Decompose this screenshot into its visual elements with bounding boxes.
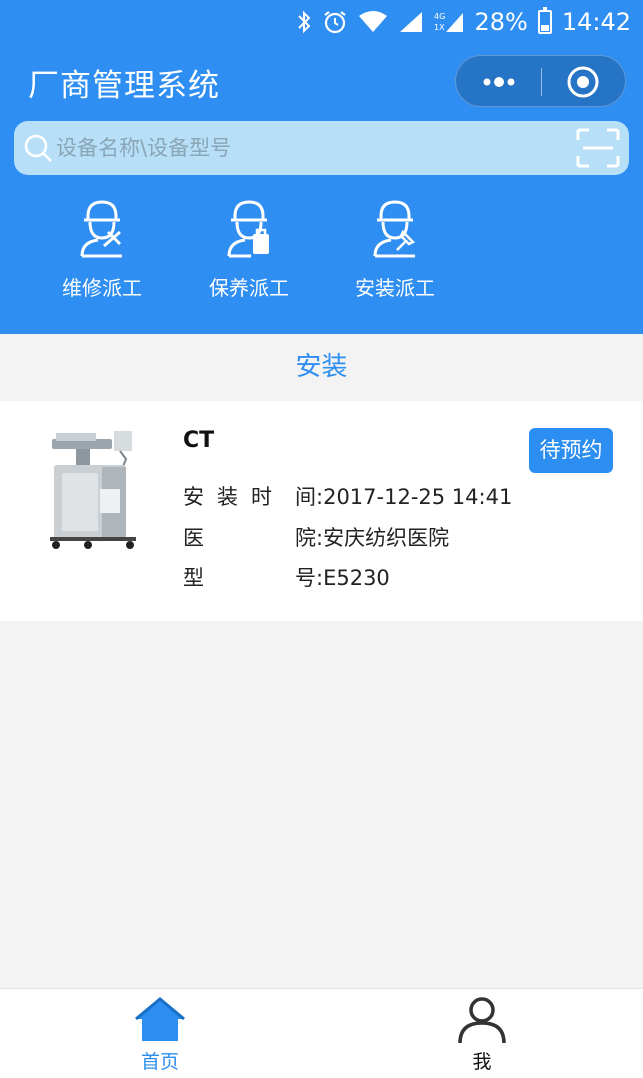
more-icon[interactable] (478, 69, 520, 95)
clock: 14:42 (561, 8, 631, 36)
network-4g-icon: 4G 1X (434, 10, 464, 34)
install-time-row: 安装时 间:2017-12-25 14:41 (183, 481, 512, 511)
repair-engineer-icon (80, 200, 122, 258)
model-row: 型 号:E5230 (183, 562, 390, 592)
status-badge[interactable]: 待预约 (529, 428, 613, 473)
svg-text:1X: 1X (434, 23, 445, 32)
close-target-icon[interactable] (566, 65, 600, 99)
tab-me[interactable]: 我 (422, 989, 542, 1074)
alarm-icon (322, 9, 348, 35)
hospital-row: 医 院:安庆纺织医院 (183, 522, 449, 552)
quick-action-label: 安装派工 (355, 276, 435, 300)
field-value: 安庆纺织医院 (323, 526, 450, 550)
tab-label: 我 (472, 1051, 492, 1073)
status-bar: 4G 1X 28% 14:42 (0, 0, 643, 44)
tab-bar: 首页 我 (0, 988, 643, 1078)
scan-icon[interactable] (575, 127, 621, 169)
quick-action-maintenance[interactable]: 保养派工 (189, 198, 309, 301)
quick-actions: 维修派工 保养派工 安装派工 (0, 198, 643, 308)
field-label: 医 (183, 526, 216, 550)
field-value: E5230 (323, 566, 390, 590)
field-label: 安装时 (183, 485, 285, 509)
field-label: 型 (183, 566, 216, 590)
quick-action-repair[interactable]: 维修派工 (42, 198, 162, 301)
page-title: 厂商管理系统 (28, 68, 220, 104)
device-name: CT (183, 428, 215, 453)
battery-icon (537, 7, 552, 34)
tab-home[interactable]: 首页 (100, 989, 220, 1074)
quick-action-label: 保养派工 (209, 276, 289, 300)
user-icon (458, 997, 506, 1044)
battery-percent: 28% (474, 8, 528, 36)
svg-text:4G: 4G (434, 12, 445, 21)
quick-action-label: 维修派工 (62, 276, 142, 300)
search-input[interactable] (56, 121, 556, 175)
app-header: 4G 1X 28% 14:42 厂商管理系统 设备名称\设备型号 维修派工 保养… (0, 0, 643, 334)
field-sep: 院: (295, 526, 324, 550)
field-value: 2017-12-25 14:41 (323, 485, 513, 509)
signal-icon (398, 10, 424, 34)
field-sep: 号: (295, 566, 324, 590)
home-icon (135, 997, 185, 1041)
tab-label: 首页 (140, 1051, 179, 1073)
capsule-divider (541, 68, 542, 96)
field-sep: 间: (295, 485, 324, 509)
install-engineer-icon (373, 200, 416, 258)
search-icon (24, 134, 52, 162)
device-thumbnail (50, 431, 136, 549)
maintenance-engineer-icon (227, 200, 269, 258)
wifi-icon (358, 10, 388, 34)
section-title: 安装 (0, 334, 643, 401)
quick-action-install[interactable]: 安装派工 (335, 198, 455, 301)
search-bar (14, 121, 629, 175)
miniprogram-capsule (455, 55, 626, 107)
bluetooth-icon (296, 10, 312, 34)
